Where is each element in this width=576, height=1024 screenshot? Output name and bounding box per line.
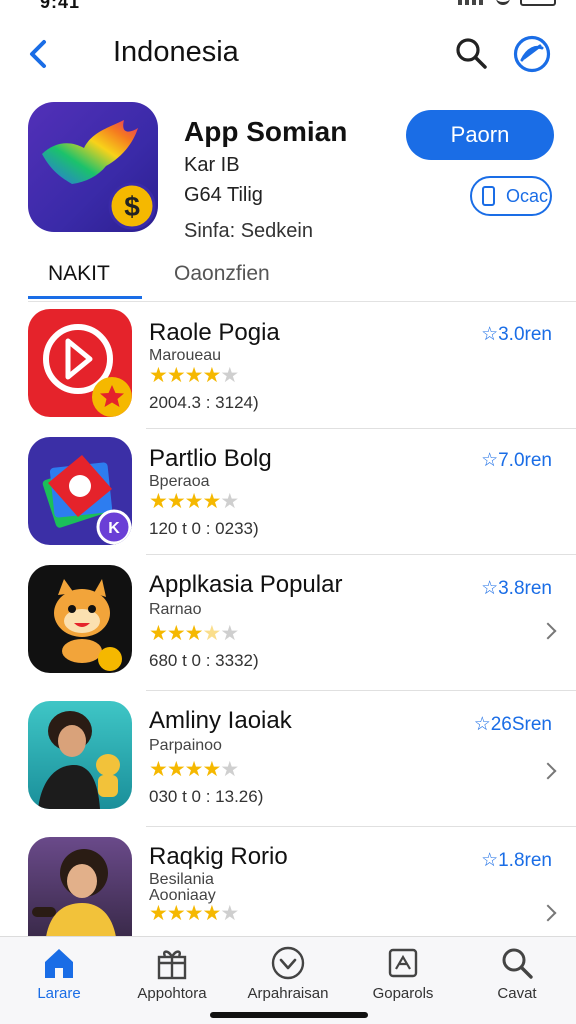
- mascot-logo-icon: [54, 579, 122, 671]
- list-item[interactable]: Amliny Iaoiak Parpainoo ★★★★★ 030 t 0 : …: [0, 691, 576, 827]
- list-item[interactable]: Raole Pogia Maroueau ★★★★★ 2004.3 : 3124…: [0, 303, 576, 429]
- tab-active-indicator: [28, 296, 142, 299]
- tabbar-item-updates[interactable]: Arpahraisan: [233, 945, 343, 1002]
- bottom-tab-bar: Larare Appohtora Arpahraisan Goparols Ca…: [0, 936, 576, 1024]
- tabbar-label: Appohtora: [137, 985, 207, 1002]
- app-meta: 030 t 0 : 13.26): [149, 787, 264, 806]
- tab-oaonzfien[interactable]: Oaonzfien: [174, 262, 270, 286]
- list-item[interactable]: K Partlio Bolg Bperaoa ★★★★★ 120 t 0 : 0…: [0, 429, 576, 555]
- app-developer: Rarnao: [149, 601, 202, 618]
- list-item[interactable]: Applkasia Popular Rarnao ★★★★★ 680 t 0 :…: [0, 555, 576, 691]
- chevron-right-icon[interactable]: [539, 622, 557, 640]
- get-button[interactable]: Paorn: [406, 110, 554, 160]
- page-title: Indonesia: [113, 36, 239, 68]
- list-item[interactable]: Raqkig Rorio Besilania Aooniaay ★★★★★ ☆1…: [0, 827, 576, 937]
- tabbar-item-home[interactable]: Larare: [4, 945, 114, 1002]
- price-button[interactable]: ☆7.0ren: [481, 449, 552, 472]
- play-logo-icon: [43, 324, 132, 417]
- nav-bar: Indonesia: [0, 28, 576, 80]
- segment-tabs: NAKIT Oaonzfien: [28, 256, 576, 302]
- app-icon: [28, 309, 132, 417]
- tabbar-label: Arpahraisan: [247, 985, 329, 1002]
- featured-app-developer: Kar IB: [184, 154, 240, 176]
- app-name: Raole Pogia: [149, 319, 280, 346]
- chevron-right-icon[interactable]: [539, 762, 557, 780]
- status-bar: 9:41: [0, 0, 576, 18]
- app-meta: 120 t 0 : 0233): [149, 519, 259, 538]
- chevron-right-icon[interactable]: [539, 904, 557, 922]
- featured-app: $ App Somian Kar IB G64 Tilig Sinfa: Sed…: [28, 102, 558, 242]
- signal-icon: [458, 0, 486, 5]
- star-rating: ★★★★★: [149, 364, 239, 387]
- tabbar-item-apps[interactable]: Appohtora: [117, 945, 227, 1002]
- search-icon: [502, 948, 533, 979]
- app-meta: 680 t 0 : 3332): [149, 651, 259, 670]
- star-rating: ★★★★★: [149, 902, 239, 925]
- compass-icon[interactable]: [512, 34, 552, 74]
- price-button[interactable]: ☆3.0ren: [481, 323, 552, 346]
- featured-app-title: App Somian: [184, 116, 348, 147]
- tabbar-label: Cavat: [497, 985, 537, 1002]
- app-meta: 2004.3 : 3124): [149, 393, 259, 412]
- tab-nakit[interactable]: NAKIT: [48, 262, 110, 286]
- star-rating: ★★★★★: [149, 622, 239, 645]
- star-rating: ★★★★★: [149, 490, 239, 513]
- app-developer: Parpainoo: [149, 737, 222, 754]
- back-chevron-icon[interactable]: [26, 38, 54, 70]
- app-name: Raqkig Rorio: [149, 843, 288, 870]
- map-logo-icon: $: [42, 120, 156, 230]
- svg-text:K: K: [108, 520, 120, 537]
- tabbar-label: Larare: [37, 985, 81, 1002]
- open-button-label: Ocac: [506, 186, 549, 206]
- search-icon[interactable]: [454, 36, 488, 70]
- portrait-photo-icon: [32, 849, 116, 937]
- home-indicator: [210, 1012, 368, 1018]
- battery-icon: [520, 0, 556, 6]
- price-button[interactable]: ☆3.8ren: [481, 577, 552, 600]
- featured-app-icon[interactable]: $: [28, 102, 158, 232]
- open-button[interactable]: Ocac: [470, 176, 552, 216]
- status-time: 9:41: [40, 0, 81, 12]
- app-icon: [28, 701, 132, 809]
- tabbar-item-search[interactable]: Cavat: [462, 945, 572, 1002]
- app-icon: [28, 565, 132, 673]
- home-icon: [45, 949, 73, 978]
- app-name: Amliny Iaoiak: [149, 707, 292, 734]
- svg-text:$: $: [124, 191, 140, 222]
- app-icon: K: [28, 437, 132, 545]
- app-icon: [28, 837, 132, 937]
- featured-app-category: Sinfa: Sedkein: [184, 220, 313, 242]
- portrait-photo-icon: [38, 711, 120, 809]
- featured-app-size: G64 Tilig: [184, 184, 263, 206]
- check-circle-icon: [271, 946, 305, 980]
- puzzle-icon: [388, 948, 418, 978]
- gift-icon: [157, 950, 187, 980]
- star-rating: ★★★★★: [149, 758, 239, 781]
- status-icons: [458, 0, 556, 6]
- tabbar-label: Goparols: [372, 985, 434, 1002]
- photo-logo-icon: K: [42, 455, 132, 545]
- app-name: Partlio Bolg: [149, 445, 272, 472]
- phone-icon: [482, 186, 495, 206]
- wifi-icon: [496, 0, 510, 5]
- app-name: Applkasia Popular: [149, 571, 343, 598]
- tabbar-item-games[interactable]: Goparols: [348, 945, 458, 1002]
- price-button[interactable]: ☆26Sren: [474, 713, 552, 736]
- price-button[interactable]: ☆1.8ren: [481, 849, 552, 872]
